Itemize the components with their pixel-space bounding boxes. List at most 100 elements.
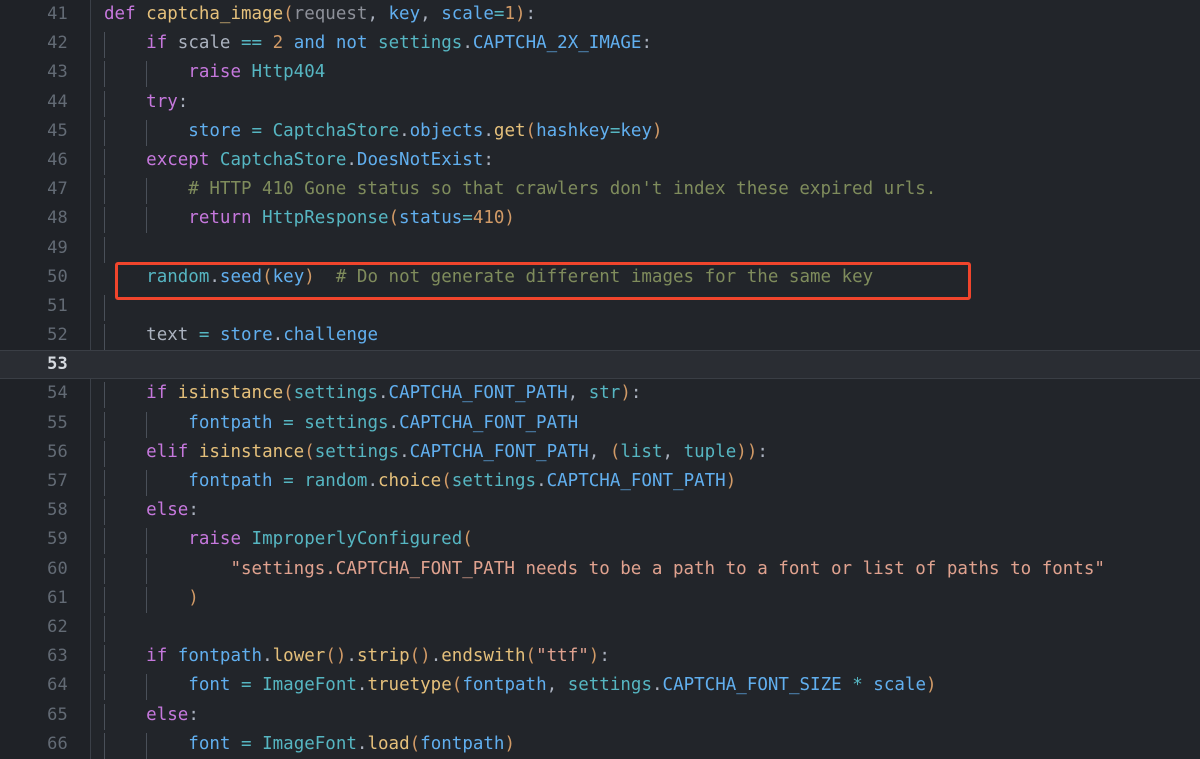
token-punc: . [377,383,389,404]
token-fn: captcha_image [146,4,284,24]
code-line[interactable]: 60 "settings.CAPTCHA_FONT_PATH needs to … [0,555,1200,584]
token-pln [104,559,230,579]
token-pln [104,150,146,170]
code-line[interactable]: 48 return HttpResponse(status=410) [0,204,1200,234]
code-line[interactable]: 59 raise ImproperlyConfigured( [0,525,1200,555]
line-number: 43 [47,62,68,83]
code-line[interactable]: 44 try: [0,88,1200,117]
token-op: = [283,471,294,491]
token-kw: raise [188,62,241,83]
token-par: ( [609,441,621,462]
token-punc: . [651,675,663,696]
token-num: 1 [504,4,515,24]
token-pln [252,734,263,754]
code-line[interactable]: 52 text = store.challenge [0,321,1200,351]
code-line-list: 41 def captcha_image(request, key, scale=… [0,0,1200,759]
token-num: 2 [272,33,284,54]
token-pln [273,413,284,433]
token-punc: , [567,383,589,404]
line-number: 64 [47,675,68,696]
token-var: fontpath [188,471,273,491]
token-var: key [388,4,421,24]
token-pln [241,529,252,549]
token-pln [104,267,146,287]
code-line[interactable]: 51 [0,292,1200,321]
token-punc: . [399,120,410,141]
code-line[interactable]: 53 [0,350,1200,380]
token-pln [104,500,146,520]
code-editor[interactable]: 41 def captcha_image(request, key, scale=… [0,0,1200,759]
code-line[interactable]: 41 def captcha_image(request, key, scale=… [0,0,1200,29]
token-punc: . [346,149,357,170]
token-pln [104,471,188,491]
token-punc: : [525,4,537,24]
code-line[interactable]: 58 else: [0,496,1200,526]
code-line[interactable]: 62 [0,613,1200,642]
token-op: = [241,733,252,754]
token-par: ) [504,733,516,754]
code-line[interactable]: 57 fontpath = random.choice(settings.CAP… [0,467,1200,496]
token-pln [842,675,853,695]
token-cls: settings [314,441,400,462]
token-var: CAPTCHA_2X_IMAGE [472,33,642,54]
code-line[interactable]: 55 fontpath = settings.CAPTCHA_FONT_PATH [0,409,1200,438]
code-line[interactable]: 65 else: [0,701,1200,730]
code-line[interactable]: 61 ) [0,584,1200,613]
token-fn: truetype [367,675,452,696]
token-pln [104,62,188,82]
code-line[interactable]: 63 if fontpath.lower().strip().endswith(… [0,642,1200,672]
line-number: 57 [47,471,68,491]
token-punc: . [367,471,378,491]
code-line[interactable]: 56 elif isinstance(settings.CAPTCHA_FONT… [0,438,1200,467]
token-kw: except [146,149,210,170]
code-text: text = store.challenge [104,321,1200,350]
token-pln [104,325,146,345]
code-line[interactable]: 66 font = ImageFont.load(fontpath) [0,730,1200,759]
token-cls: ImproperlyConfigured [251,529,463,550]
code-line[interactable]: 46 except CaptchaStore.DoesNotExist: [0,146,1200,175]
code-text: # HTTP 410 Gone status so that crawlers … [104,175,1200,204]
code-line[interactable]: 42 if scale == 2 and not settings.CAPTCH… [0,29,1200,59]
code-line[interactable]: 49 [0,234,1200,263]
token-op: = [198,325,210,346]
code-line[interactable]: 47 # HTTP 410 Gone status so that crawle… [0,175,1200,205]
indent-guide [104,615,105,642]
line-number: 49 [47,237,68,258]
token-par: ( [462,529,473,550]
token-par: ( [388,208,400,229]
token-pln [262,33,273,53]
token-kw: else [146,500,189,521]
line-number: 46 [47,149,68,170]
token-cls: CaptchaStore [219,149,347,170]
token-cls: random [146,266,210,287]
token-pln [167,383,178,403]
token-punc: . [209,266,220,287]
token-var: store [188,120,241,141]
line-number: 65 [47,704,68,725]
code-line[interactable]: 45 store = CaptchaStore.objects.get(hash… [0,117,1200,146]
token-punc: , [420,4,442,24]
token-par: ( [525,120,537,141]
code-line[interactable]: 50 random.seed(key) # Do not generate di… [0,263,1200,292]
code-text: if fontpath.lower().strip().endswith("tt… [104,642,1200,671]
code-line[interactable]: 54 if isinstance(settings.CAPTCHA_FONT_P… [0,379,1200,409]
token-cls: Http404 [251,62,326,83]
token-punc: : [641,33,653,54]
code-line[interactable]: 64 font = ImageFont.truetype(fontpath, s… [0,671,1200,701]
line-number: 47 [47,179,68,200]
token-pln [252,675,263,695]
code-text: fontpath = random.choice(settings.CAPTCH… [104,467,1200,496]
line-number: 45 [47,120,68,141]
token-punc: . [430,646,442,667]
token-pln [209,325,220,345]
line-number: 63 [47,646,68,667]
token-pln [104,208,188,228]
token-kw: return [188,208,252,229]
line-number: 41 [47,4,68,24]
code-text: else: [104,496,1200,525]
token-pln [104,413,188,433]
code-line[interactable]: 43 raise Http404 [0,58,1200,88]
line-number: 54 [47,383,68,404]
token-cmt: # HTTP 410 Gone status so that crawlers … [188,179,937,200]
token-fn: strip [356,646,410,667]
